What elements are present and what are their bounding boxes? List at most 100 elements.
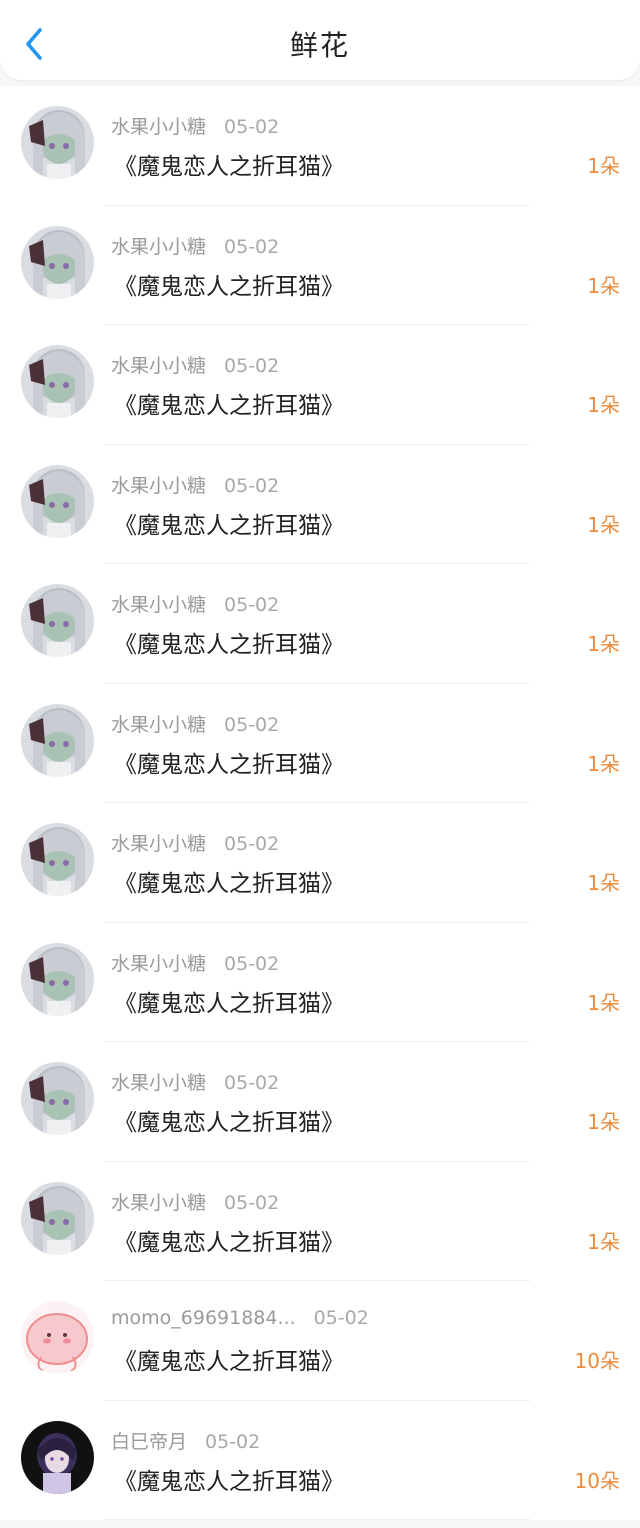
pink-blob-avatar <box>21 1301 94 1374</box>
gift-date: 05-02 <box>205 1430 261 1453</box>
sender-name: 水果小小糖 <box>111 952 207 975</box>
sender-meta: 水果小小糖 05-02 <box>111 949 279 976</box>
gift-date: 05-02 <box>224 355 280 377</box>
flower-count: 1朵 <box>587 632 620 656</box>
avatar[interactable] <box>21 1301 94 1374</box>
avatar[interactable] <box>21 823 94 896</box>
avatar[interactable] <box>21 225 94 299</box>
gift-date: 05-02 <box>224 1072 280 1094</box>
divider <box>104 1519 530 1520</box>
flower-count: 1朵 <box>587 990 620 1015</box>
sender-name: 水果小小糖 <box>111 474 207 497</box>
sender-name: 水果小小糖 <box>111 1191 207 1214</box>
dark-anime-avatar <box>21 1420 94 1494</box>
sender-meta: momo_69691884... 05-02 <box>111 1307 369 1329</box>
gray-hair-girl-avatar <box>21 823 94 896</box>
list-item[interactable]: 水果小小糖 05-02 《魔鬼恋人之折耳猫》 1朵 <box>0 1161 640 1281</box>
gray-hair-girl-avatar <box>21 1062 94 1135</box>
sender-name: momo_69691884... <box>111 1307 296 1329</box>
page-title: 鲜花 <box>289 29 350 62</box>
flower-count: 1朵 <box>587 1229 620 1254</box>
gray-hair-girl-avatar <box>21 106 94 179</box>
list-item[interactable]: 水果小小糖 05-02 《魔鬼恋人之折耳猫》 1朵 <box>0 325 640 445</box>
gift-date: 05-02 <box>224 474 280 497</box>
gift-date: 05-02 <box>224 594 280 616</box>
avatar[interactable] <box>21 703 94 777</box>
gray-hair-girl-avatar <box>21 345 94 418</box>
flower-list: 水果小小糖 05-02 《魔鬼恋人之折耳猫》 1朵 水果小小糖 05-02 《魔鬼恋人之折耳… <box>0 86 640 1520</box>
book-title: 《魔鬼恋人之折耳猫》 <box>114 990 344 1017</box>
book-title: 《魔鬼恋人之折耳猫》 <box>114 512 344 539</box>
sender-name: 水果小小糖 <box>111 1072 207 1094</box>
gray-hair-girl-avatar <box>21 584 94 657</box>
avatar[interactable] <box>21 942 94 1016</box>
book-title: 《魔鬼恋人之折耳猫》 <box>114 273 344 300</box>
flower-count: 1朵 <box>587 871 620 895</box>
sender-meta: 水果小小糖 05-02 <box>111 710 279 737</box>
sender-name: 水果小小糖 <box>111 833 207 855</box>
sender-meta: 水果小小糖 05-02 <box>111 112 279 139</box>
sender-name: 水果小小糖 <box>111 713 207 736</box>
sender-meta: 水果小小糖 05-02 <box>111 351 279 378</box>
avatar[interactable] <box>21 1420 94 1494</box>
flower-count: 1朵 <box>587 751 620 776</box>
avatar[interactable] <box>21 345 94 418</box>
list-item[interactable]: 白巳帝月 05-02 《魔鬼恋人之折耳猫》 10朵 <box>0 1400 640 1520</box>
book-title: 《魔鬼恋人之折耳猫》 <box>114 154 344 180</box>
sender-meta: 水果小小糖 05-02 <box>111 590 279 617</box>
top-bar: 鲜花 <box>0 0 640 80</box>
book-title: 《魔鬼恋人之折耳猫》 <box>114 751 344 778</box>
flower-count: 1朵 <box>587 1110 620 1134</box>
gift-date: 05-02 <box>224 1191 280 1214</box>
flower-count: 10朵 <box>574 1349 620 1373</box>
gift-date: 05-02 <box>313 1307 369 1329</box>
avatar[interactable] <box>21 1062 94 1135</box>
book-title: 《魔鬼恋人之折耳猫》 <box>114 1110 344 1136</box>
book-title: 《魔鬼恋人之折耳猫》 <box>114 1468 344 1495</box>
sender-name: 水果小小糖 <box>111 355 207 377</box>
sender-name: 白巳帝月 <box>111 1430 188 1453</box>
gray-hair-girl-avatar <box>21 703 94 777</box>
sender-meta: 水果小小糖 05-02 <box>111 829 279 856</box>
avatar[interactable] <box>21 1181 94 1255</box>
list-item[interactable]: 水果小小糖 05-02 《魔鬼恋人之折耳猫》 1朵 <box>0 683 640 803</box>
sender-meta: 水果小小糖 05-02 <box>111 232 279 259</box>
gift-date: 05-02 <box>224 952 280 975</box>
list-item[interactable]: 水果小小糖 05-02 《魔鬼恋人之折耳猫》 1朵 <box>0 444 640 564</box>
book-title: 《魔鬼恋人之折耳猫》 <box>114 632 344 658</box>
flower-count: 1朵 <box>587 154 620 178</box>
sender-name: 水果小小糖 <box>111 116 207 138</box>
avatar[interactable] <box>21 106 94 179</box>
list-item[interactable]: 水果小小糖 05-02 《魔鬼恋人之折耳猫》 1朵 <box>0 86 640 206</box>
sender-name: 水果小小糖 <box>111 594 207 616</box>
book-title: 《魔鬼恋人之折耳猫》 <box>114 1229 344 1256</box>
gift-date: 05-02 <box>224 235 280 258</box>
flower-count: 1朵 <box>587 393 620 417</box>
flower-count: 1朵 <box>587 273 620 298</box>
flower-count: 10朵 <box>574 1468 620 1493</box>
gift-date: 05-02 <box>224 713 280 736</box>
flower-count: 1朵 <box>587 512 620 537</box>
sender-meta: 水果小小糖 05-02 <box>111 471 279 498</box>
book-title: 《魔鬼恋人之折耳猫》 <box>114 1349 344 1375</box>
list-item[interactable]: 水果小小糖 05-02 《魔鬼恋人之折耳猫》 1朵 <box>0 205 640 325</box>
gift-date: 05-02 <box>224 116 280 138</box>
gray-hair-girl-avatar <box>21 225 94 299</box>
list-item[interactable]: momo_69691884... 05-02 《魔鬼恋人之折耳猫》 10朵 <box>0 1281 640 1401</box>
list-item[interactable]: 水果小小糖 05-02 《魔鬼恋人之折耳猫》 1朵 <box>0 1042 640 1162</box>
gray-hair-girl-avatar <box>21 942 94 1016</box>
gray-hair-girl-avatar <box>21 464 94 538</box>
sender-name: 水果小小糖 <box>111 235 207 258</box>
sender-meta: 水果小小糖 05-02 <box>111 1068 279 1095</box>
book-title: 《魔鬼恋人之折耳猫》 <box>114 871 344 897</box>
gift-date: 05-02 <box>224 833 280 855</box>
book-title: 《魔鬼恋人之折耳猫》 <box>114 393 344 419</box>
list-item[interactable]: 水果小小糖 05-02 《魔鬼恋人之折耳猫》 1朵 <box>0 922 640 1042</box>
avatar[interactable] <box>21 584 94 657</box>
gray-hair-girl-avatar <box>21 1181 94 1255</box>
avatar[interactable] <box>21 464 94 538</box>
sender-meta: 水果小小糖 05-02 <box>111 1188 279 1215</box>
list-item[interactable]: 水果小小糖 05-02 《魔鬼恋人之折耳猫》 1朵 <box>0 564 640 684</box>
list-item[interactable]: 水果小小糖 05-02 《魔鬼恋人之折耳猫》 1朵 <box>0 803 640 923</box>
sender-meta: 白巳帝月 05-02 <box>111 1427 260 1454</box>
